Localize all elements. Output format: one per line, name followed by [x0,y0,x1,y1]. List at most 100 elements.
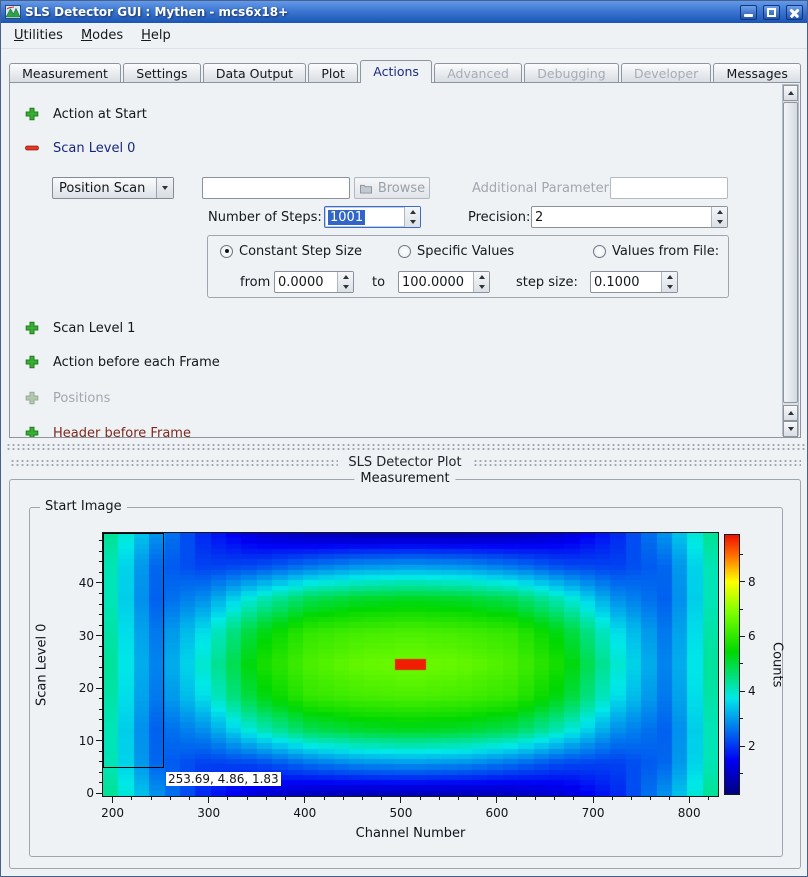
x-tick-label: 300 [189,806,229,820]
radio-values-from-file[interactable]: Values from File: [593,243,719,259]
menu-utilities[interactable]: Utilities [5,24,72,47]
step-size-spinbox[interactable]: 0.1000 [590,271,678,293]
expand-plus-icon[interactable] [24,106,40,122]
tab-data-output[interactable]: Data Output [203,63,307,83]
radio-constant-step-size[interactable]: Constant Step Size [220,243,362,259]
scan-level-1-row: Scan Level 1 [24,319,135,337]
y-axis-minor-tick [99,540,102,541]
zoom-selection-rect [103,533,164,768]
scan-mode-combobox[interactable]: Position Scan [52,177,174,199]
colorbar-minor-tick [740,663,743,664]
tab-messages[interactable]: Messages [713,63,801,83]
minimize-button[interactable] [740,5,757,20]
x-axis-minor-tick [554,797,555,800]
expand-plus-icon[interactable] [24,425,40,438]
x-axis-minor-tick [324,797,325,800]
x-axis-minor-tick [189,797,190,800]
from-spinbox[interactable]: 0.0000 [274,271,354,293]
combo-dropdown-arrow-icon[interactable] [156,178,173,198]
number-of-steps-spinbox[interactable]: 1001 [324,206,421,228]
detector-plot: 253.69, 4.86, 1.83 Channel Number Scan L… [30,508,782,856]
radio-constant-step-size-label: Constant Step Size [239,244,362,259]
scrollbar-thumb[interactable] [783,102,798,403]
scan-script-input[interactable] [202,177,350,199]
tab-measurement[interactable]: Measurement [9,63,121,83]
step-size-label: step size: [516,275,578,290]
tab-debugging: Debugging [524,63,619,83]
radio-specific-values-label: Specific Values [417,244,514,259]
to-value: 100.0000 [399,272,473,292]
x-axis-minor-tick [131,797,132,800]
additional-parameter-input[interactable] [610,177,728,199]
x-axis-title: Channel Number [103,826,718,841]
vertical-scrollbar[interactable] [782,84,799,436]
x-axis-tick [208,797,209,803]
radio-icon[interactable] [220,245,233,258]
maximize-button[interactable] [763,5,780,20]
plot-canvas-area[interactable]: 253.69, 4.86, 1.83 [102,532,719,797]
to-label: to [372,275,385,290]
tab-advanced: Advanced [434,63,522,83]
scan-level-0-label: Scan Level 0 [53,141,135,156]
splitter-handle[interactable] [5,442,805,451]
y-axis-minor-tick [99,709,102,710]
expand-plus-icon[interactable] [24,354,40,370]
scroll-down-button[interactable] [783,421,798,437]
spin-up-button[interactable] [338,272,353,282]
y-axis-minor-tick [99,656,102,657]
y-tick-label: 0 [58,786,94,800]
y-axis-minor-tick [99,761,102,762]
y-axis-title: Scan Level 0 [34,532,50,797]
colorbar-tick [740,581,745,582]
action-at-start-row: Action at Start [24,105,147,123]
y-axis-minor-tick [99,561,102,562]
y-axis-minor-tick [99,551,102,552]
scroll-down-icon [788,427,794,431]
colorbar-tick [740,691,745,692]
close-button[interactable] [786,5,803,20]
app-icon [5,4,21,20]
y-axis-minor-tick [99,782,102,783]
scroll-up-button-bottom[interactable] [783,405,798,421]
action-before-each-frame-label: Action before each Frame [53,355,220,370]
x-axis-minor-tick [669,797,670,800]
expand-plus-icon[interactable] [24,320,40,336]
action-before-each-frame-row: Action before each Frame [24,353,220,371]
radio-icon[interactable] [593,245,606,258]
scroll-up-icon [788,411,794,415]
scan-mode-value: Position Scan [53,178,156,198]
spin-down-button[interactable] [338,282,353,292]
spin-up-button[interactable] [662,272,677,282]
number-of-steps-label: Number of Steps: [208,210,320,225]
to-spinbox[interactable]: 100.0000 [398,271,490,293]
dock-texture [472,458,801,467]
tab-settings[interactable]: Settings [123,63,201,83]
app-window: SLS Detector GUI : Mythen - mcs6x18+ Uti… [0,0,808,877]
spin-down-button[interactable] [662,282,677,292]
precision-spinbox[interactable]: 2 [531,206,728,228]
plot-dock-titlebar: SLS Detector Plot [9,453,801,471]
y-tick-label: 10 [58,734,94,748]
y-axis-minor-tick [99,604,102,605]
heatmap-canvas[interactable] [103,533,718,796]
positions-label: Positions [53,391,110,406]
radio-specific-values[interactable]: Specific Values [398,243,514,259]
radio-icon[interactable] [398,245,411,258]
scroll-up-button[interactable] [783,85,798,101]
y-axis-tick [96,635,102,636]
spin-up-button[interactable] [405,207,420,217]
dock-texture [9,458,338,467]
tab-actions[interactable]: Actions [360,60,432,83]
colorbar-tick-label: 4 [748,684,770,698]
colorbar-minor-tick [740,554,743,555]
menu-modes[interactable]: Modes [72,24,132,47]
y-axis-minor-tick [99,593,102,594]
spin-down-button[interactable] [474,282,489,292]
spin-down-button[interactable] [405,217,420,227]
tab-plot[interactable]: Plot [308,63,358,83]
spin-up-button[interactable] [712,207,727,217]
spin-up-button[interactable] [474,272,489,282]
collapse-minus-icon[interactable] [24,140,40,156]
spin-down-button[interactable] [712,217,727,227]
menu-help[interactable]: Help [132,24,180,47]
